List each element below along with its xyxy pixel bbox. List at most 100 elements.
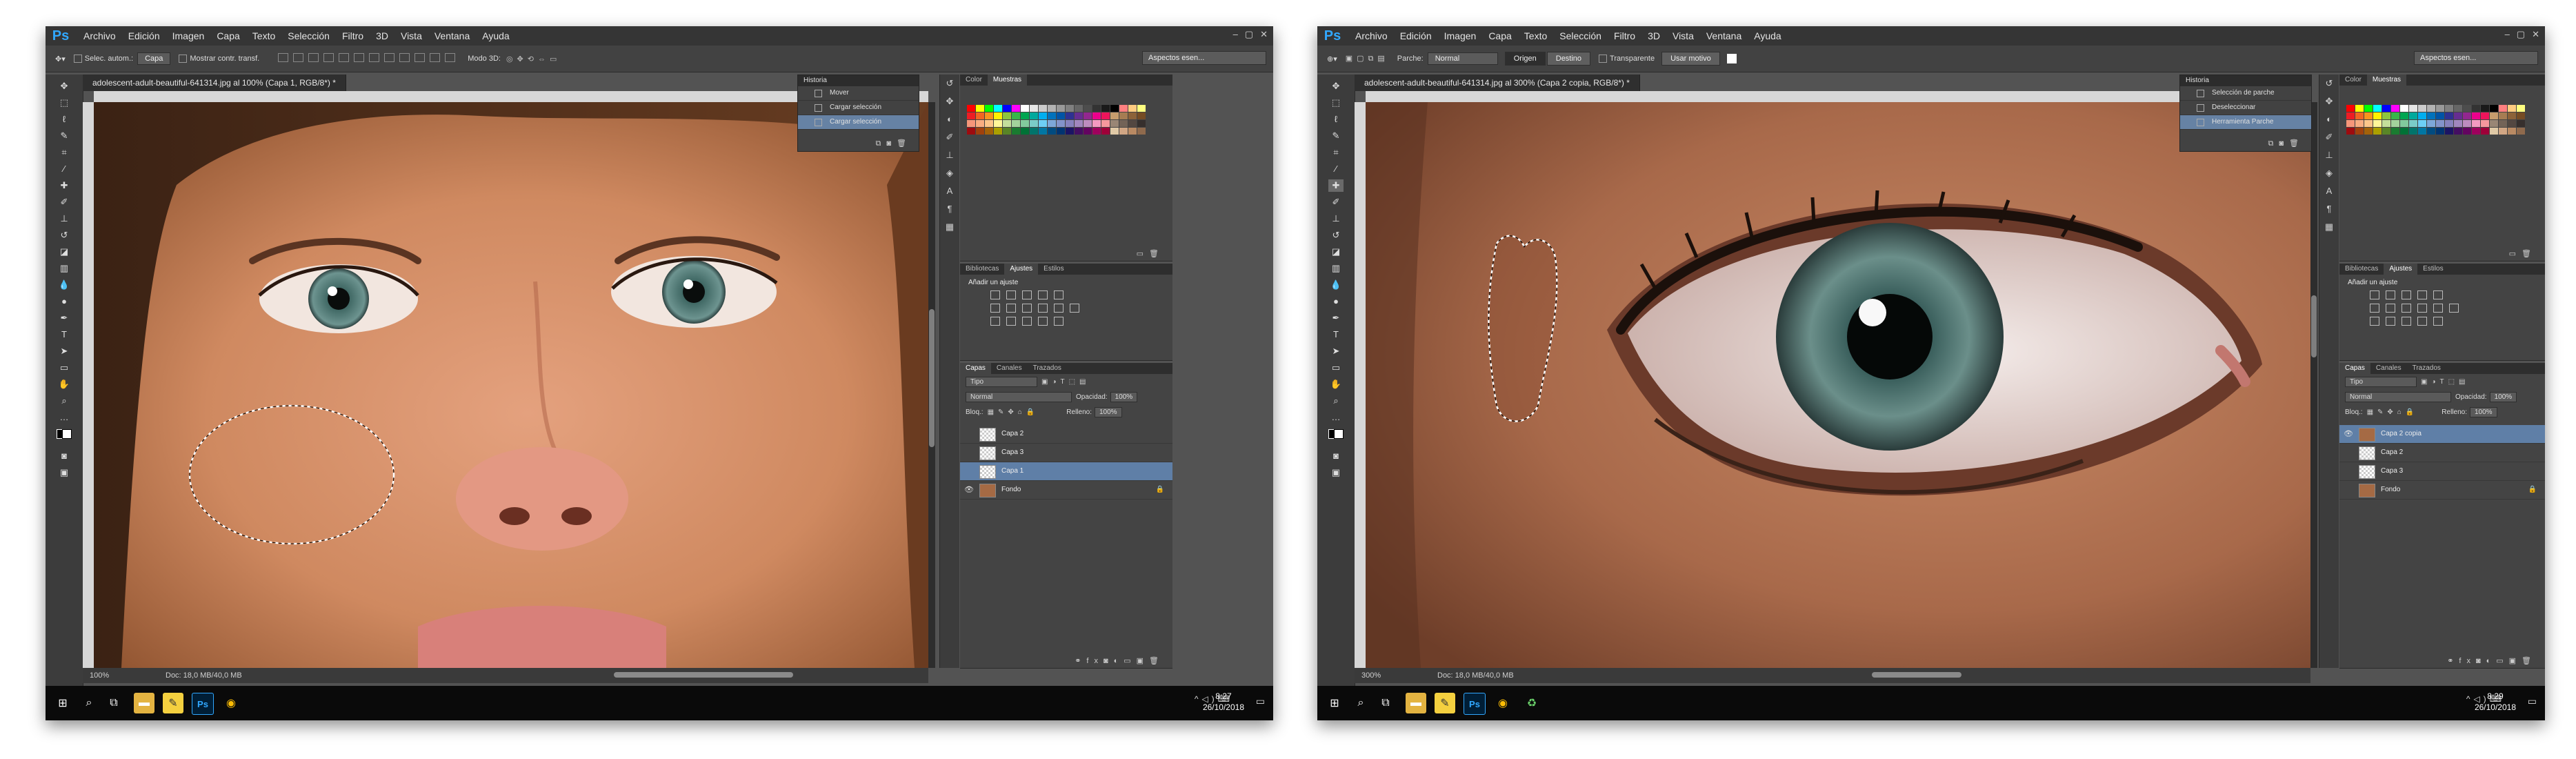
swatch[interactable]	[2346, 128, 2355, 135]
menu-texto[interactable]: Texto	[1518, 30, 1553, 41]
swatch[interactable]	[2517, 112, 2525, 119]
swatch[interactable]	[2427, 128, 2435, 135]
dock-clone-icon[interactable]: ⊥	[2319, 146, 2339, 164]
swatch[interactable]	[1030, 105, 1038, 112]
swatch[interactable]	[2409, 112, 2417, 119]
swatch[interactable]	[1048, 105, 1056, 112]
document-tab[interactable]: adolescent-adult-beautiful-641314.jpg al…	[1355, 75, 1640, 91]
menu-vista[interactable]: Vista	[395, 30, 428, 41]
distribute-left-icon[interactable]	[415, 53, 426, 62]
levels-icon[interactable]	[1006, 290, 1016, 299]
swatch[interactable]	[2373, 112, 2382, 119]
menu-ayuda[interactable]: Ayuda	[1748, 30, 1787, 41]
type-tool-icon[interactable]: T	[57, 328, 72, 341]
tab-layers[interactable]: Capas	[960, 363, 991, 374]
swatch[interactable]	[967, 112, 975, 119]
swatch[interactable]	[1066, 112, 1074, 119]
layers-footer-icons[interactable]: ⚭fx◙◐▭▣🗑	[1075, 656, 1164, 665]
swatch[interactable]	[1012, 128, 1020, 135]
lasso-tool-icon[interactable]: ℓ	[57, 113, 72, 126]
history-step-patch-tool[interactable]: Herramienta Parche	[2180, 115, 2311, 130]
levels-icon[interactable]	[2386, 290, 2395, 299]
sticky-notes-icon[interactable]: ✎	[1435, 693, 1455, 713]
swatch[interactable]	[2418, 105, 2426, 112]
swatch[interactable]	[1092, 128, 1101, 135]
swatch[interactable]	[2481, 112, 2489, 119]
tab-styles[interactable]: Estilos	[2417, 264, 2448, 275]
blur-tool-icon[interactable]: 💧	[1328, 279, 1344, 291]
swatch[interactable]	[967, 105, 975, 112]
blend-mode-dropdown[interactable]: Normal	[2345, 391, 2451, 402]
swatch[interactable]	[994, 120, 1002, 127]
blur-tool-icon[interactable]: 💧	[57, 279, 72, 291]
swatch[interactable]	[1021, 120, 1029, 127]
photo-filter-icon[interactable]	[1038, 304, 1048, 313]
swatch[interactable]	[2427, 112, 2435, 119]
fill-input[interactable]: 100%	[1094, 406, 1122, 417]
swatch[interactable]	[2463, 128, 2471, 135]
swatch[interactable]	[1066, 128, 1074, 135]
swatch[interactable]	[2508, 128, 2516, 135]
swatch[interactable]	[2355, 120, 2364, 127]
layer-row[interactable]: 👁 Capa 2 copia	[2339, 425, 2545, 444]
shape-tool-icon[interactable]: ▭	[57, 362, 72, 374]
eyedropper-tool-icon[interactable]: ⁄	[57, 163, 72, 175]
zoom-level[interactable]: 100%	[90, 668, 109, 683]
distribute-top-icon[interactable]	[369, 53, 380, 62]
swatch[interactable]	[2427, 105, 2435, 112]
adjustment-icons-row-2[interactable]	[960, 299, 1172, 313]
swatch[interactable]	[1137, 120, 1146, 127]
opacity-input[interactable]: 100%	[2489, 391, 2517, 402]
crop-tool-icon[interactable]: ⌗	[1328, 146, 1344, 159]
lasso-tool-icon[interactable]: ℓ	[1328, 113, 1344, 126]
menu-filtro[interactable]: Filtro	[1608, 30, 1641, 41]
search-icon[interactable]: ⌕	[1350, 693, 1371, 713]
pen-tool-icon[interactable]: ✒	[1328, 312, 1344, 324]
menu-ayuda[interactable]: Ayuda	[476, 30, 515, 41]
swatch[interactable]	[1084, 120, 1092, 127]
selection-mode-icons[interactable]: ▣▢⧉▤	[1346, 54, 1389, 63]
swatch[interactable]	[1039, 128, 1047, 135]
align-top-icon[interactable]	[278, 53, 289, 62]
swatch[interactable]	[2454, 128, 2462, 135]
swatch[interactable]	[2472, 105, 2480, 112]
canvas-eye[interactable]	[1366, 102, 2310, 668]
swatch[interactable]	[2463, 120, 2471, 127]
menu-filtro[interactable]: Filtro	[336, 30, 370, 41]
swatch[interactable]	[2373, 105, 2382, 112]
swatch[interactable]	[2364, 105, 2373, 112]
visibility-eye-icon[interactable]: 👁	[2344, 425, 2355, 443]
dock-navigator-icon[interactable]: ✥	[2319, 92, 2339, 110]
file-explorer-icon[interactable]: ▬	[134, 693, 154, 713]
swatch[interactable]	[2391, 128, 2399, 135]
swatch[interactable]	[1128, 120, 1137, 127]
swatch[interactable]	[1128, 112, 1137, 119]
hue-icon[interactable]	[2370, 304, 2379, 313]
screen-mode-icon[interactable]: ▣	[1328, 466, 1344, 479]
color-swatches-icon[interactable]	[57, 429, 72, 442]
zoom-tool-icon[interactable]: ⌕	[57, 395, 72, 407]
layer-filter-icons[interactable]: ▣◑T⬚▤	[2421, 378, 2470, 386]
swatch[interactable]	[2454, 112, 2462, 119]
lock-icons[interactable]: ▦✎✥⌂🔒	[2367, 408, 2419, 416]
chrome-icon[interactable]: ◉	[221, 693, 241, 713]
exposure-icon[interactable]	[1038, 290, 1048, 299]
swatch[interactable]	[1137, 112, 1146, 119]
menu-seleccion[interactable]: Selección	[281, 30, 336, 41]
swatch[interactable]	[2427, 120, 2435, 127]
swatch[interactable]	[1119, 128, 1128, 135]
layer-row[interactable]: Capa 2	[2339, 444, 2545, 462]
swatch[interactable]	[1003, 112, 1011, 119]
canvas-vertical-scrollbar[interactable]	[2310, 102, 2317, 668]
layer-row[interactable]: Capa 2	[960, 425, 1172, 444]
history-footer-icons[interactable]: ⧉◙🗑	[876, 139, 912, 148]
distribute-right-icon[interactable]	[430, 53, 441, 62]
swatch[interactable]	[2373, 120, 2382, 127]
history-step-deselect[interactable]: Deseleccionar	[2180, 101, 2311, 115]
swatch[interactable]	[2391, 120, 2399, 127]
dock-brush-icon[interactable]: ✐	[2319, 128, 2339, 146]
align-right-icon[interactable]	[354, 53, 365, 62]
layer-name[interactable]: Capa 1	[1001, 462, 1024, 480]
swatch[interactable]	[2445, 112, 2453, 119]
swatch[interactable]	[2436, 112, 2444, 119]
